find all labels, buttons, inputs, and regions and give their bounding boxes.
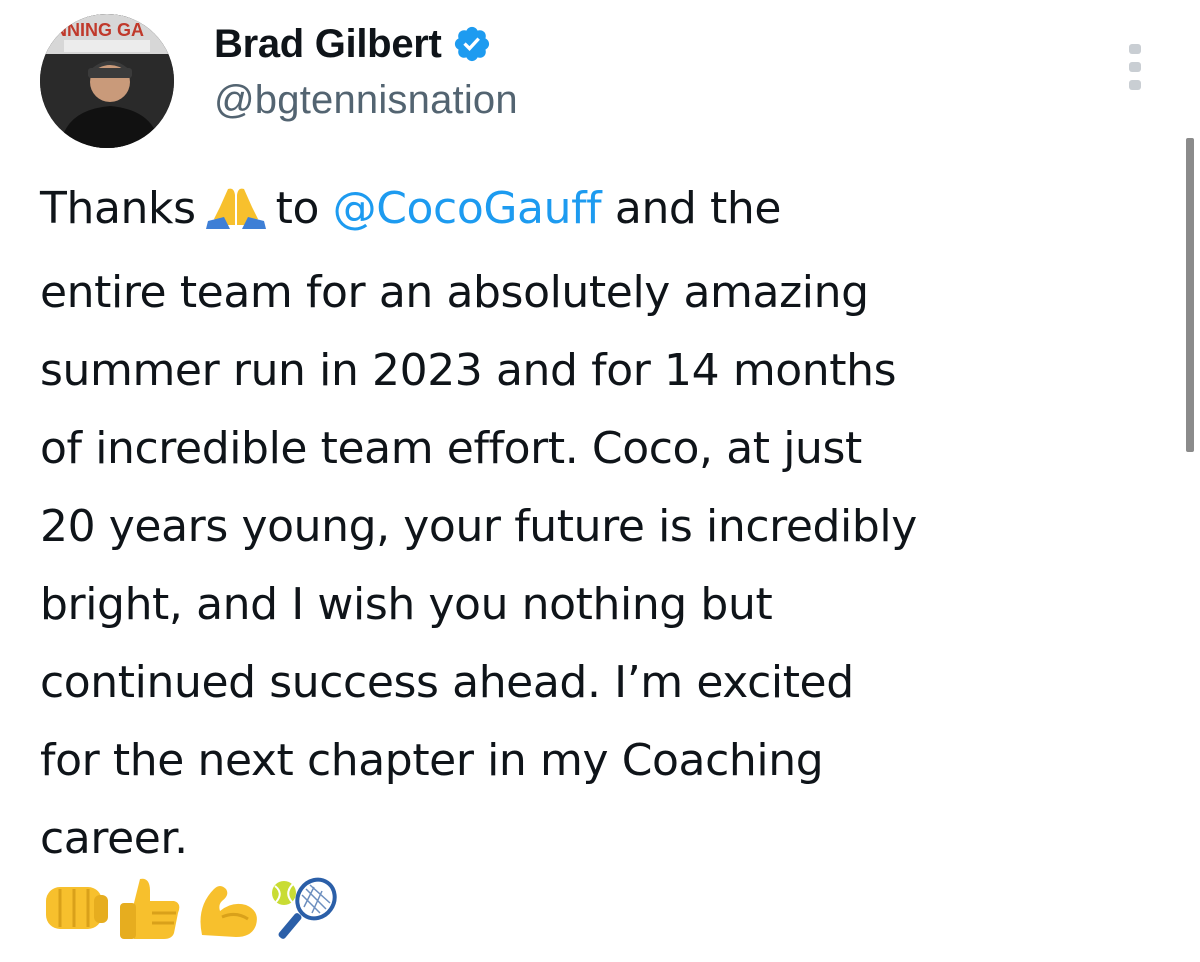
more-options-icon: [1129, 44, 1141, 90]
emoji-row: [40, 874, 340, 944]
avatar-banner-text: NNING GA: [54, 20, 144, 40]
scrollbar-thumb[interactable]: [1186, 138, 1194, 452]
author-display-name[interactable]: Brad Gilbert: [214, 22, 442, 67]
author-name-row: Brad Gilbert: [214, 18, 492, 70]
tweet-line-7: continued success ahead. I’m excited: [40, 657, 854, 708]
tweet-line-3: summer run in 2023 and for 14 months: [40, 345, 897, 396]
tweet-text-segment: to: [275, 183, 320, 234]
tweet-line-9: career.: [40, 813, 188, 864]
tweet-text-segment: and the: [614, 183, 782, 234]
tennis-emoji: [272, 877, 337, 939]
author-handle[interactable]: @bgtennisnation: [214, 78, 518, 123]
tweet-line-6: bright, and I wish you nothing but: [40, 579, 773, 630]
mention-link[interactable]: @CocoGauff: [333, 183, 602, 234]
tweet-line-8: for the next chapter in my Coaching: [40, 735, 824, 786]
avatar-image: NNING GA: [40, 14, 174, 148]
tweet-text-segment: Thanks: [40, 183, 196, 234]
tweet-line-2: entire team for an absolutely amazing: [40, 267, 869, 318]
flexed-biceps-emoji: [200, 886, 257, 937]
tweet-line-5: 20 years young, your future is incredibl…: [40, 501, 917, 552]
verified-badge-icon: [454, 26, 489, 62]
tweet-line-1: Thanks to @CocoGauff and the: [40, 170, 1160, 254]
thumbs-up-emoji: [120, 878, 180, 939]
avatar[interactable]: NNING GA: [40, 14, 174, 148]
more-options-button[interactable]: [1122, 40, 1148, 94]
fist-bump-emoji: [46, 887, 108, 929]
folded-hands-emoji: [204, 176, 268, 254]
tweet-text: Thanks to @CocoGauff and the entire team…: [40, 170, 1160, 878]
tweet-line-4: of incredible team effort. Coco, at just: [40, 423, 862, 474]
